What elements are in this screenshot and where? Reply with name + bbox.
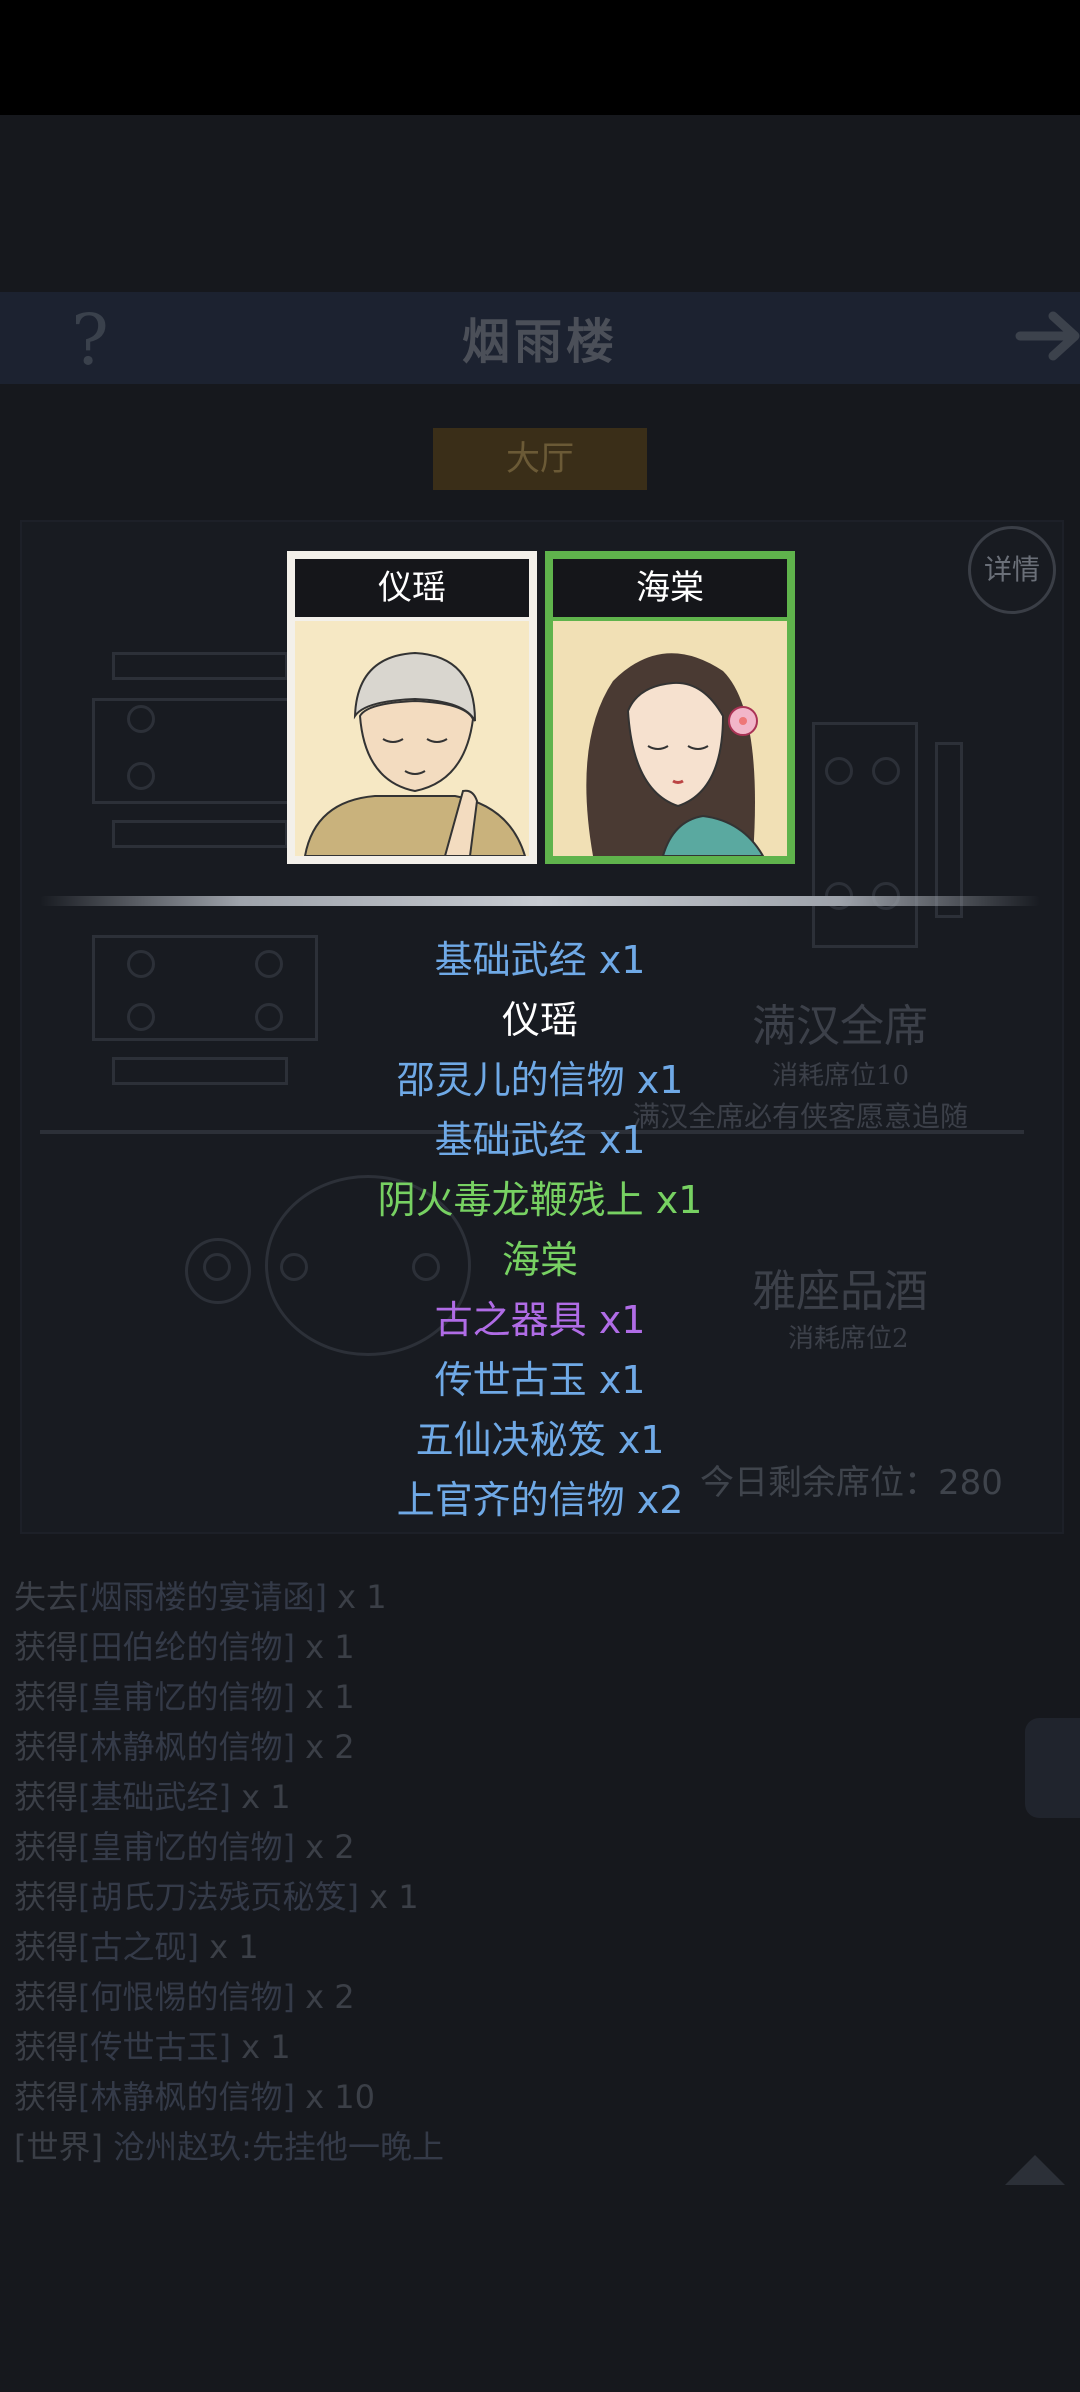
page-title: 烟雨楼 [461,314,618,370]
log-line: 获得[田伯纶的信物] x 1 [14,1628,355,1666]
table-shape [812,722,918,948]
event-log: 失去[烟雨楼的宴请函] x 1 获得[田伯纶的信物] x 1 获得[皇甫忆的信物… [14,1572,444,2172]
log-line: [世界] 沧州赵玖:先挂他一晚上 [14,2128,444,2166]
seat-dot [872,757,900,785]
table-shape [112,820,288,848]
reward-item: 海棠 [501,1238,578,1282]
status-bar [0,0,1080,115]
character-card[interactable]: 海棠 [545,551,795,864]
reward-item: 传世古玉 x1 [434,1358,646,1402]
monk-portrait-image [295,621,529,856]
table-shape [112,652,288,680]
character-portrait [553,621,787,856]
log-line: 获得[皇甫忆的信物] x 2 [14,1828,355,1866]
log-line: 获得[传世古玉] x 1 [14,2028,291,2066]
log-line: 获得[古之砚] x 1 [14,1928,259,1966]
reward-item: 基础武经 x1 [434,1118,646,1162]
log-line: 获得[何恨惕的信物] x 2 [14,1978,355,2016]
reward-item: 五仙决秘笈 x1 [415,1418,665,1462]
reward-item: 古之器具 x1 [434,1298,646,1342]
haitang-portrait-image [553,621,787,856]
seat-dot [127,705,155,733]
character-portrait [295,621,529,856]
log-line: 失去[烟雨楼的宴请函] x 1 [14,1578,387,1616]
reward-list: 基础武经 x1 仪瑶邵灵儿的信物 x1 基础武经 x1 阴火毒龙鞭残上 x1 海棠古之器… [0,930,1080,1530]
log-line: 获得[林静枫的信物] x 10 [14,2078,375,2116]
table-shape [92,698,298,804]
character-name: 仪瑶 [295,559,529,617]
arrow-right-icon[interactable] [1015,306,1080,366]
chevron-up-icon[interactable] [1000,2150,1070,2190]
reward-item: 上官齐的信物 x2 [396,1478,684,1522]
divider-line [40,896,1040,906]
log-line: 获得[基础武经] x 1 [14,1778,291,1816]
table-shape [935,742,963,918]
tab-hall-label: 大厅 [506,439,574,479]
reward-item: 仪瑶 [501,998,578,1042]
tab-hall[interactable]: 大厅 [433,428,647,490]
reward-item: 阴火毒龙鞭残上 x1 [377,1178,703,1222]
log-line: 获得[胡氏刀法残页秘笈] x 1 [14,1878,419,1916]
reward-item: 邵灵儿的信物 x1 [396,1058,684,1102]
detail-button[interactable]: 详情 [968,526,1056,614]
seat-dot [825,757,853,785]
character-card[interactable]: 仪瑶 [287,551,537,864]
side-avatar-thumb[interactable] [1025,1718,1080,1818]
seat-dot [127,762,155,790]
character-name: 海棠 [553,559,787,617]
log-line: 获得[林静枫的信物] x 2 [14,1728,355,1766]
log-line: 获得[皇甫忆的信物] x 1 [14,1678,355,1716]
reward-item: 基础武经 x1 [434,938,646,982]
